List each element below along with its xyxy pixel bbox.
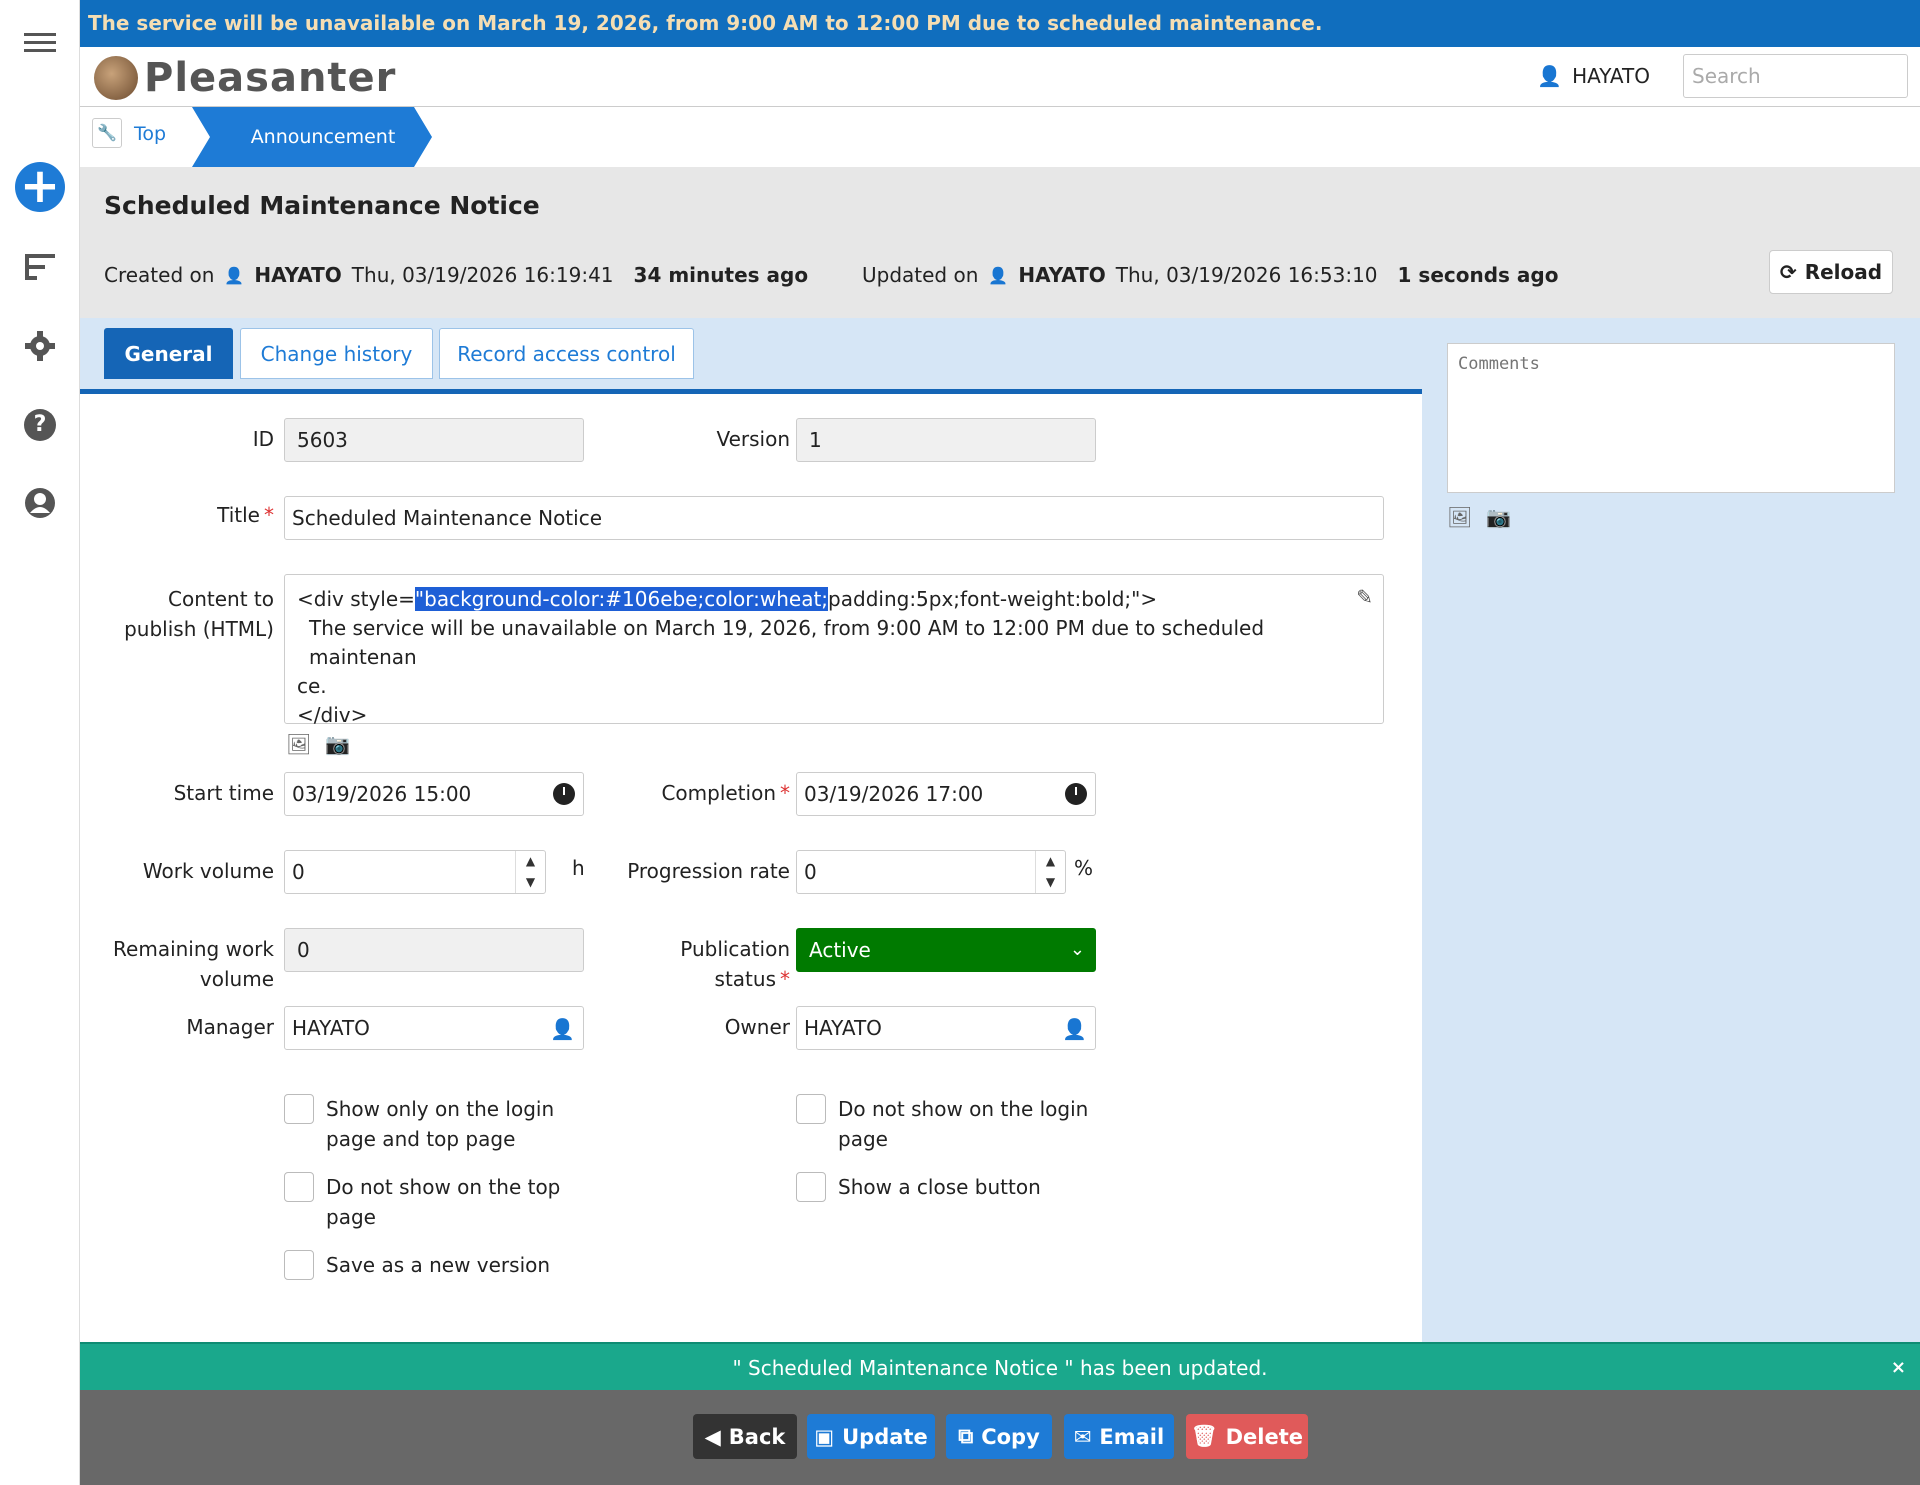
completion-input[interactable]: 03/19/2026 17:00 xyxy=(796,772,1096,816)
manager-label: Manager xyxy=(186,1015,274,1039)
work-volume-input[interactable]: 0 ▲ ▼ xyxy=(284,850,546,894)
checkbox-not-show-login[interactable]: Do not show on the login page xyxy=(796,1094,1088,1154)
email-button[interactable]: ✉ Email xyxy=(1064,1414,1174,1459)
current-user[interactable]: 👤 HAYATO xyxy=(1537,64,1650,88)
person-icon[interactable]: 👤 xyxy=(550,1017,575,1041)
checkbox[interactable] xyxy=(796,1172,826,1202)
remaining-work-field: 0 xyxy=(284,928,584,972)
list-icon[interactable] xyxy=(0,252,80,282)
search-input[interactable] xyxy=(1683,54,1908,98)
progress-unit: % xyxy=(1074,856,1094,880)
camera-icon[interactable]: 📷 xyxy=(1486,505,1511,529)
progression-rate-label: Progression rate xyxy=(627,859,790,883)
save-icon: ▣ xyxy=(814,1424,835,1449)
id-field: 5603 xyxy=(284,418,584,462)
image-icon[interactable]: 🖼 xyxy=(286,732,311,756)
title-label: Title * xyxy=(217,503,274,527)
action-footer: ◀ Back ▣ Update ⧉ Copy ✉ Email 🗑 Delete xyxy=(80,1390,1920,1485)
breadcrumb-top-link[interactable]: Top xyxy=(134,123,166,145)
delete-button[interactable]: 🗑 Delete xyxy=(1186,1414,1308,1459)
publication-status-select[interactable]: Active ⌄ xyxy=(796,928,1096,972)
copy-icon: ⧉ xyxy=(958,1424,974,1448)
record-form: ID 5603 Version 1 Title * Scheduled Maint… xyxy=(80,394,1422,1342)
version-field: 1 xyxy=(796,418,1096,462)
wrench-icon[interactable]: 🔧 xyxy=(92,118,122,148)
content-label: Content to publish (HTML) xyxy=(124,587,274,641)
completion-label: Completion * xyxy=(661,781,790,805)
comments-input[interactable] xyxy=(1447,343,1895,493)
content-html-input[interactable]: <div style="background-color:#106ebe;col… xyxy=(284,574,1384,727)
tab-record-access-control[interactable]: Record access control xyxy=(439,328,694,379)
maintenance-banner: The service will be unavailable on March… xyxy=(80,0,1920,47)
checkbox-not-show-top[interactable]: Do not show on the top page xyxy=(284,1172,560,1232)
person-icon: 👤 xyxy=(224,265,245,285)
chevron-down-icon: ⌄ xyxy=(1069,939,1085,960)
checkbox[interactable] xyxy=(796,1094,826,1124)
reload-button[interactable]: ⟳ Reload xyxy=(1769,250,1893,294)
start-time-label: Start time xyxy=(173,781,274,805)
reload-icon: ⟳ xyxy=(1779,260,1797,284)
help-icon[interactable]: ? xyxy=(0,409,80,441)
created-info: Created on 👤 HAYATO Thu, 03/19/2026 16:19… xyxy=(104,263,809,287)
back-button[interactable]: ◀ Back xyxy=(693,1414,797,1459)
breadcrumb-current[interactable]: Announcement xyxy=(192,107,432,167)
publication-status-label: Publication status * xyxy=(680,937,790,991)
clock-icon[interactable] xyxy=(553,783,575,805)
checkbox-show-login-top[interactable]: Show only on the login page and top page xyxy=(284,1094,554,1154)
comments-pane: 🖼 📷 xyxy=(1422,318,1920,1342)
update-message: " Scheduled Maintenance Notice " has bee… xyxy=(80,1342,1920,1390)
logo[interactable]: Pleasanter xyxy=(94,55,396,101)
breadcrumb: 🔧 Top Announcement xyxy=(80,107,1920,167)
logo-text: Pleasanter xyxy=(144,55,397,101)
selected-text: "background-color:#106ebe;color:wheat; xyxy=(414,587,829,611)
progression-rate-stepper[interactable]: ▲ ▼ xyxy=(1035,851,1065,893)
remaining-work-label: Remaining work volume xyxy=(113,937,274,991)
title-input[interactable]: Scheduled Maintenance Notice xyxy=(284,496,1384,540)
updated-info: Updated on 👤 HAYATO Thu, 03/19/2026 16:53… xyxy=(862,263,1559,287)
record-header: Scheduled Maintenance Notice Created on … xyxy=(80,167,1920,318)
user-icon[interactable] xyxy=(0,487,80,519)
tab-general[interactable]: General xyxy=(104,328,233,379)
back-icon: ◀ xyxy=(704,1424,721,1449)
copy-button[interactable]: ⧉ Copy xyxy=(946,1414,1052,1459)
close-icon[interactable]: × xyxy=(1891,1344,1906,1392)
checkbox[interactable] xyxy=(284,1250,314,1280)
person-icon: 👤 xyxy=(1537,64,1563,88)
left-rail: + ? xyxy=(0,0,80,1485)
gear-icon[interactable] xyxy=(0,330,80,362)
logo-icon xyxy=(94,56,138,100)
checkbox-save-new-version[interactable]: Save as a new version xyxy=(284,1250,550,1280)
page-title: Scheduled Maintenance Notice xyxy=(104,191,540,220)
tab-change-history[interactable]: Change history xyxy=(240,328,433,379)
checkbox[interactable] xyxy=(284,1094,314,1124)
user-name: HAYATO xyxy=(1572,64,1650,88)
menu-icon[interactable] xyxy=(0,28,80,57)
work-unit: h xyxy=(572,856,585,880)
version-label: Version xyxy=(716,427,790,451)
work-volume-label: Work volume xyxy=(142,859,274,883)
id-label: ID xyxy=(252,427,274,451)
start-time-input[interactable]: 03/19/2026 15:00 xyxy=(284,772,584,816)
owner-input[interactable]: HAYATO 👤 xyxy=(796,1006,1096,1050)
work-volume-stepper[interactable]: ▲ ▼ xyxy=(515,851,545,893)
trash-icon: 🗑 xyxy=(1190,1424,1218,1448)
pencil-icon[interactable]: ✎ xyxy=(1356,583,1373,612)
camera-icon[interactable]: 📷 xyxy=(325,732,350,756)
image-icon[interactable]: 🖼 xyxy=(1447,505,1472,529)
tab-bar: General Change history Record access con… xyxy=(80,318,1422,394)
plus-icon[interactable]: + xyxy=(0,162,80,212)
clock-icon[interactable] xyxy=(1065,783,1087,805)
person-icon: 👤 xyxy=(988,265,1009,285)
owner-label: Owner xyxy=(724,1015,790,1039)
update-button[interactable]: ▣ Update xyxy=(807,1414,935,1459)
email-icon: ✉ xyxy=(1073,1424,1092,1449)
manager-input[interactable]: HAYATO 👤 xyxy=(284,1006,584,1050)
app-header: Pleasanter 👤 HAYATO xyxy=(80,47,1920,107)
progression-rate-input[interactable]: 0 ▲ ▼ xyxy=(796,850,1066,894)
checkbox[interactable] xyxy=(284,1172,314,1202)
checkbox-show-close-button[interactable]: Show a close button xyxy=(796,1172,1041,1202)
person-icon[interactable]: 👤 xyxy=(1062,1017,1087,1041)
